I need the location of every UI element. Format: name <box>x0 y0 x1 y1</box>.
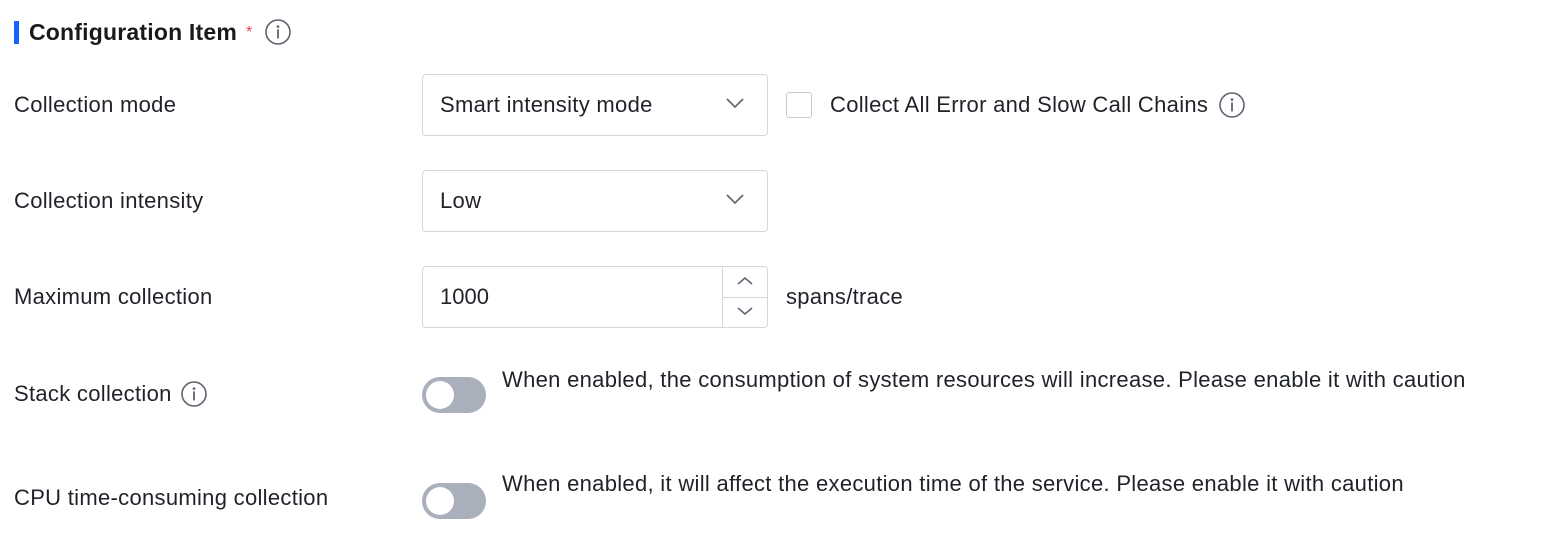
maximum-collection-unit: spans/trace <box>786 284 904 309</box>
collection-intensity-label: Collection intensity <box>14 170 203 232</box>
stepper-increment-button[interactable] <box>723 267 767 298</box>
stepper-decrement-button[interactable] <box>723 298 767 328</box>
maximum-collection-row: Maximum collection 1000 spans/trace <box>0 266 1560 328</box>
collection-intensity-row: Collection intensity Low <box>0 170 1560 232</box>
cpu-collection-toggle[interactable] <box>422 483 486 519</box>
quantity-stepper <box>722 267 767 327</box>
info-circle-icon[interactable] <box>264 18 292 46</box>
stack-collection-toggle[interactable] <box>422 377 486 413</box>
cpu-collection-row: CPU time-consuming collection When enabl… <box>0 466 1560 538</box>
collect-errors-checkbox[interactable] <box>786 92 812 118</box>
stack-collection-label-text: Stack collection <box>14 381 172 406</box>
info-circle-icon[interactable] <box>1218 91 1246 119</box>
toggle-knob <box>426 381 454 409</box>
collection-mode-label-text: Collection mode <box>14 92 177 117</box>
chevron-down-icon <box>725 96 745 114</box>
chevron-up-icon <box>736 273 754 291</box>
cpu-collection-hint: When enabled, it will affect the executi… <box>502 471 1404 496</box>
maximum-collection-label-text: Maximum collection <box>14 284 213 309</box>
collection-intensity-value: Low <box>440 188 482 213</box>
maximum-collection-label: Maximum collection <box>14 266 213 328</box>
collection-intensity-label-text: Collection intensity <box>14 188 204 213</box>
chevron-down-icon <box>725 192 745 210</box>
stack-collection-hint: When enabled, the consumption of system … <box>502 367 1466 392</box>
collect-errors-checkbox-label[interactable]: Collect All Error and Slow Call Chains <box>830 92 1208 118</box>
maximum-collection-input[interactable]: 1000 <box>422 266 768 328</box>
stack-collection-label: Stack collection <box>14 362 208 426</box>
collection-mode-label: Collection mode <box>14 74 176 136</box>
required-star: * <box>246 24 253 41</box>
collection-intensity-select[interactable]: Low <box>422 170 768 232</box>
maximum-collection-value[interactable]: 1000 <box>423 267 722 327</box>
collection-mode-select[interactable]: Smart intensity mode <box>422 74 768 136</box>
section-title: Configuration Item <box>29 18 238 45</box>
stack-collection-row: Stack collection When enabled, the consu… <box>0 362 1560 434</box>
cpu-collection-label: CPU time-consuming collection <box>14 466 328 530</box>
toggle-knob <box>426 487 454 515</box>
section-header: Configuration Item * <box>14 16 292 48</box>
cpu-collection-label-text: CPU time-consuming collection <box>14 485 329 510</box>
info-circle-icon[interactable] <box>180 380 208 408</box>
collect-errors-checkbox-group: Collect All Error and Slow Call Chains <box>786 74 1246 136</box>
collection-mode-value: Smart intensity mode <box>440 92 653 117</box>
chevron-down-icon <box>736 303 754 321</box>
section-accent-bar <box>14 20 19 44</box>
collection-mode-row: Collection mode Smart intensity mode Col… <box>0 74 1560 136</box>
